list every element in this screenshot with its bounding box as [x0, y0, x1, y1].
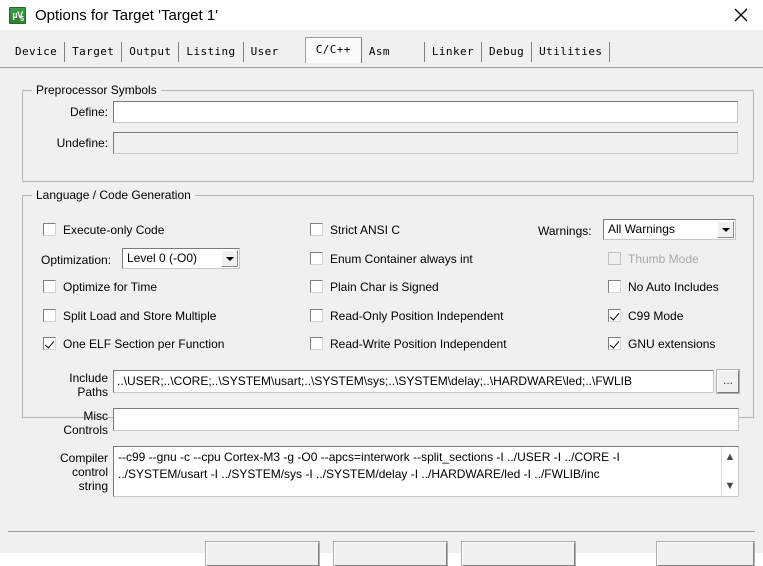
checkbox-gnu-extensions[interactable]: GNU extensions: [608, 337, 715, 351]
compiler-control-string-textarea[interactable]: --c99 --gnu -c --cpu Cortex-M3 -g -O0 --…: [113, 446, 739, 497]
checkbox-one-elf-section-per-function[interactable]: One ELF Section per Function: [43, 337, 224, 351]
include-paths-browse-button[interactable]: ...: [716, 369, 740, 394]
options-dialog: µV 5 Options for Target 'Target 1' Device…: [0, 0, 763, 566]
checkbox-no-auto-includes[interactable]: No Auto Includes: [608, 280, 719, 294]
language-code-generation-title: Language / Code Generation: [32, 188, 195, 202]
preprocessor-symbols-title: Preprocessor Symbols: [32, 83, 161, 97]
checkbox-box: [310, 280, 323, 293]
warnings-value: All Warnings: [608, 222, 675, 236]
compiler-control-string-label-line1: Compiler: [59, 451, 108, 465]
misc-controls-label-line1: Misc: [83, 409, 108, 423]
compiler-control-string-label-line2: control: [71, 465, 108, 479]
dialog-footer: [0, 532, 763, 566]
define-label: Define:: [69, 105, 108, 119]
optimization-label: Optimization:: [41, 253, 112, 267]
checkbox-box: [608, 309, 621, 322]
checkbox-optimize-for-time[interactable]: Optimize for Time: [43, 280, 157, 294]
misc-controls-label-line2: Controls: [63, 423, 108, 437]
checkbox-strict-ansi-c[interactable]: Strict ANSI C: [310, 223, 400, 237]
title-bar: µV 5 Options for Target 'Target 1': [0, 0, 763, 30]
undefine-input[interactable]: [113, 132, 738, 154]
close-icon: [734, 8, 747, 22]
tab-user[interactable]: User: [243, 42, 305, 62]
tab-list: Device Target Output Listing User C/C++ …: [8, 37, 611, 63]
footer-button-1[interactable]: [205, 541, 320, 566]
tab-strip: Device Target Output Listing User C/C++ …: [0, 30, 763, 68]
checkbox-box: [310, 337, 323, 350]
checkbox-thumb-mode: Thumb Mode: [608, 252, 699, 266]
tab-c-cpp[interactable]: C/C++: [304, 37, 362, 63]
tab-asm[interactable]: Asm: [361, 42, 425, 62]
checkbox-box: [608, 337, 621, 350]
checkbox-box: [310, 252, 323, 265]
checkbox-box: [310, 309, 323, 322]
compiler-control-string-scrollbar[interactable]: ▲ ▼: [721, 447, 738, 496]
chevron-down-icon[interactable]: [221, 250, 238, 267]
footer-button-4[interactable]: [656, 541, 755, 566]
checkbox-box: [608, 252, 621, 265]
chevron-down-icon[interactable]: [717, 221, 734, 238]
define-input[interactable]: [113, 101, 738, 123]
include-paths-label-line2: Paths: [77, 385, 108, 399]
checkbox-plain-char-is-signed[interactable]: Plain Char is Signed: [310, 280, 439, 294]
tab-debug[interactable]: Debug: [482, 42, 533, 62]
compiler-control-string-content: --c99 --gnu -c --cpu Cortex-M3 -g -O0 --…: [118, 449, 720, 483]
checkbox-enum-container-always-int[interactable]: Enum Container always int: [310, 252, 473, 266]
footer-button-3[interactable]: [461, 541, 576, 566]
checkbox-read-write-position-independent[interactable]: Read-Write Position Independent: [310, 337, 507, 351]
optimization-select[interactable]: Level 0 (-O0): [122, 248, 240, 269]
footer-button-2[interactable]: [333, 541, 448, 566]
checkbox-box: [43, 337, 56, 350]
checkbox-box: [43, 309, 56, 322]
checkbox-box: [43, 223, 56, 236]
warnings-label: Warnings:: [538, 224, 592, 238]
include-paths-label-line1: Include: [69, 371, 108, 385]
tab-listing[interactable]: Listing: [179, 42, 244, 62]
checkbox-read-only-position-independent[interactable]: Read-Only Position Independent: [310, 309, 503, 323]
misc-controls-input[interactable]: [113, 408, 739, 431]
tab-output[interactable]: Output: [122, 42, 180, 62]
tab-target[interactable]: Target: [65, 42, 123, 62]
scroll-up-icon[interactable]: ▲: [722, 449, 738, 465]
compiler-control-string-line1: --c99 --gnu -c --cpu Cortex-M3 -g -O0 --…: [118, 450, 620, 464]
checkbox-split-load-and-store-multiple[interactable]: Split Load and Store Multiple: [43, 309, 216, 323]
undefine-label: Undefine:: [56, 136, 108, 150]
checkbox-box: [608, 280, 621, 293]
optimization-value: Level 0 (-O0): [127, 251, 198, 265]
include-paths-input[interactable]: ..\USER;..\CORE;..\SYSTEM\usart;..\SYSTE…: [113, 370, 714, 393]
compiler-control-string-line2: ../SYSTEM/usart -I ../SYSTEM/sys -I ../S…: [118, 467, 600, 481]
checkbox-box: [43, 280, 56, 293]
compiler-control-string-label-line3: string: [78, 479, 108, 493]
page-title: Options for Target 'Target 1': [35, 6, 219, 24]
scroll-down-icon[interactable]: ▼: [722, 478, 738, 494]
tab-utilities[interactable]: Utilities: [532, 42, 611, 62]
checkbox-c99-mode[interactable]: C99 Mode: [608, 309, 683, 323]
c-cpp-tab-panel: Preprocessor Symbols Define: Undefine: L…: [0, 67, 763, 530]
tab-linker[interactable]: Linker: [424, 42, 483, 62]
uvision5-icon: µV 5: [9, 6, 26, 24]
checkbox-execute-only-code[interactable]: Execute-only Code: [43, 223, 164, 237]
warnings-select[interactable]: All Warnings: [603, 219, 736, 240]
tab-device[interactable]: Device: [8, 42, 66, 62]
checkbox-box: [310, 223, 323, 236]
close-button[interactable]: [718, 0, 763, 30]
